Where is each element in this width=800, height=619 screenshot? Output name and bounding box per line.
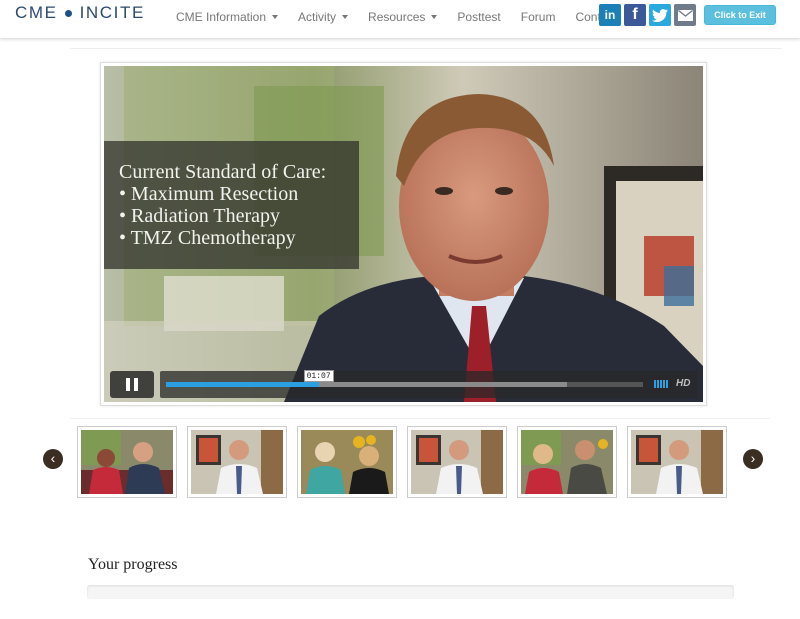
pause-icon [126, 378, 130, 391]
caret-down-icon [431, 14, 438, 19]
main-menu: CME Information Activity Resources Postt… [166, 0, 627, 33]
video-viewport[interactable]: Current Standard of Care: • Maximum Rese… [104, 66, 703, 402]
nav-item-activity[interactable]: Activity [288, 0, 358, 33]
social-links: in f [599, 4, 696, 26]
logo-text-incite: INCITE [79, 3, 145, 22]
pause-button[interactable] [110, 371, 154, 398]
slide-line: • TMZ Chemotherapy [119, 227, 296, 249]
carousel-divider [70, 418, 770, 419]
nav-item-label: Posttest [457, 9, 501, 24]
content-divider [70, 48, 782, 49]
twitter-bird-icon [652, 8, 668, 22]
envelope-icon [677, 9, 693, 21]
facebook-glyph: f [632, 6, 638, 23]
logo-text-cme: CME [15, 3, 58, 22]
caret-down-icon [342, 14, 349, 19]
nav-item-label: CME Information [176, 9, 267, 24]
thumbnail-image [191, 430, 283, 494]
carousel-prev-button[interactable]: ‹ [43, 449, 63, 469]
video-controls: 01:07 HD [110, 370, 697, 398]
nav-item-posttest[interactable]: Posttest [447, 0, 510, 33]
linkedin-glyph: in [604, 8, 616, 22]
video-thumbnail[interactable] [627, 426, 727, 498]
thumbnail-image [81, 430, 173, 494]
thumbnail-image [301, 430, 393, 494]
pause-icon [134, 378, 138, 391]
cme-incite-logo[interactable]: CME INCITE [15, 3, 145, 23]
nav-item-cme-information[interactable]: CME Information [166, 0, 288, 33]
linkedin-icon[interactable]: in [599, 4, 621, 26]
played-progress [166, 382, 319, 387]
slide-line: • Radiation Therapy [119, 205, 281, 227]
logo-dot [64, 9, 72, 17]
thumbnail-image [631, 430, 723, 494]
nav-item-label: Activity [298, 9, 337, 24]
caret-down-icon [272, 14, 279, 19]
carousel-next-button[interactable]: › [743, 449, 763, 469]
facebook-icon[interactable]: f [624, 4, 646, 26]
current-time-tooltip: 01:07 [303, 370, 334, 382]
progress-heading: Your progress [88, 556, 178, 573]
twitter-icon[interactable] [649, 4, 671, 26]
video-player: Current Standard of Care: • Maximum Rese… [100, 62, 707, 406]
nav-item-forum[interactable]: Forum [511, 0, 566, 33]
nav-item-label: Resources [368, 9, 426, 24]
nav-item-resources[interactable]: Resources [358, 0, 447, 33]
seek-bar[interactable]: 01:07 [166, 370, 643, 387]
hd-toggle[interactable]: HD [676, 378, 690, 389]
thumbnail-image [411, 430, 503, 494]
video-thumbnail[interactable] [407, 426, 507, 498]
video-thumbnail[interactable] [77, 426, 177, 498]
video-thumbnail[interactable] [187, 426, 287, 498]
slide-text-overlay: Current Standard of Care: • Maximum Rese… [104, 141, 359, 269]
top-navbar: CME INCITE CME Information Activity Reso… [0, 0, 800, 39]
video-thumbnail[interactable] [297, 426, 397, 498]
volume-icon[interactable] [654, 380, 668, 388]
thumbnail-image [521, 430, 613, 494]
slide-line: • Maximum Resection [119, 183, 299, 205]
email-icon[interactable] [674, 4, 696, 26]
slide-line: Current Standard of Care: [119, 161, 327, 183]
nav-item-label: Forum [520, 9, 556, 24]
course-progress-bar [87, 585, 734, 599]
click-to-exit-button[interactable]: Click to Exit [704, 5, 776, 25]
video-thumbnail[interactable] [517, 426, 617, 498]
